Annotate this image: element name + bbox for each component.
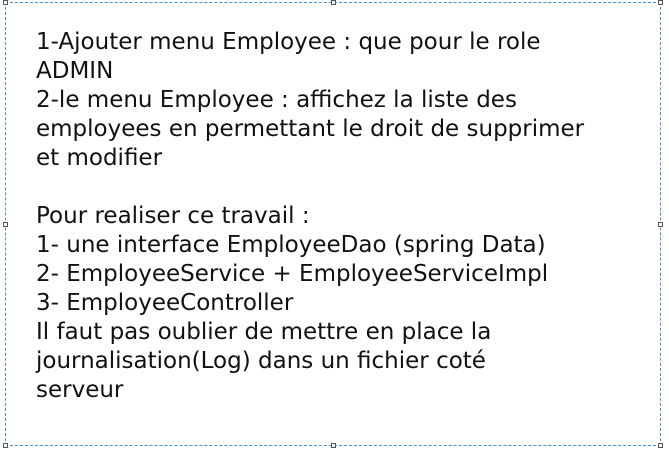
text-line: journalisation(Log) dans un fichier coté	[36, 348, 486, 374]
slide-canvas: 1-Ajouter menu Employee : que pour le ro…	[0, 0, 669, 450]
resize-handle-bottom-right[interactable]	[658, 443, 663, 448]
text-line: 2-le menu Employee : affichez la liste d…	[36, 87, 517, 113]
text-line: employees en permettant le droit de supp…	[36, 116, 585, 142]
resize-handle-bottom-left[interactable]	[3, 443, 8, 448]
text-line: Il faut pas oublier de mettre en place l…	[36, 319, 492, 345]
text-line: Pour realiser ce travail :	[36, 203, 310, 229]
text-line: ADMIN	[36, 58, 114, 84]
text-line: 2- EmployeeService + EmployeeServiceImpl	[36, 261, 549, 287]
text-line: et modifier	[36, 145, 163, 171]
resize-handle-top-middle[interactable]	[331, 0, 336, 5]
text-line: 3- EmployeeController	[36, 290, 294, 316]
resize-handle-middle-left[interactable]	[3, 222, 8, 227]
resize-handle-middle-right[interactable]	[658, 222, 663, 227]
resize-handle-top-right[interactable]	[658, 0, 663, 5]
text-box[interactable]: 1-Ajouter menu Employee : que pour le ro…	[3, 0, 663, 448]
resize-handle-top-left[interactable]	[3, 0, 8, 5]
text-line: 1- une interface EmployeeDao (spring Dat…	[36, 232, 546, 258]
resize-handle-bottom-middle[interactable]	[331, 443, 336, 448]
text-content[interactable]: 1-Ajouter menu Employee : que pour le ro…	[36, 28, 646, 405]
text-line-blank	[36, 173, 646, 202]
text-line: serveur	[36, 377, 124, 403]
text-line: 1-Ajouter menu Employee : que pour le ro…	[36, 29, 541, 55]
